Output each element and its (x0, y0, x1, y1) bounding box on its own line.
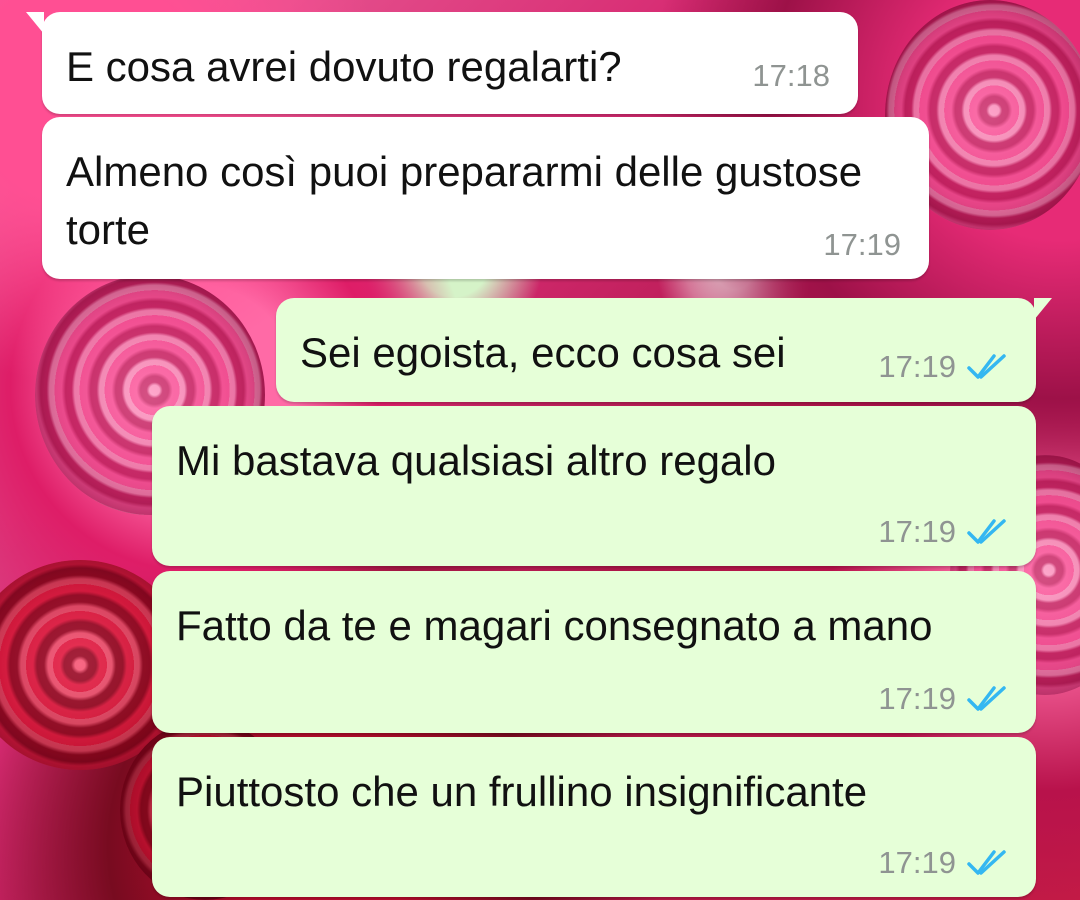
message-bubble[interactable]: Piuttosto che un frullino insignificante… (152, 737, 1036, 897)
message-time: 17:19 (878, 349, 956, 384)
message-text: E cosa avrei dovuto regalarti? (66, 43, 622, 90)
message-bubble[interactable]: Fatto da te e magari consegnato a mano 1… (152, 571, 1036, 733)
message-meta: 17:19 (878, 515, 1008, 549)
message-time: 17:19 (878, 514, 956, 549)
double-check-icon (967, 686, 1006, 711)
message-bubble[interactable]: Almeno così puoi prepararmi delle gustos… (42, 117, 929, 279)
message-text: Mi bastava qualsiasi altro regalo (176, 437, 776, 484)
message-bubble[interactable]: E cosa avrei dovuto regalarti? 17:18 (26, 12, 858, 114)
message-bubble[interactable]: Sei egoista, ecco cosa sei 17:19 (276, 298, 1052, 402)
message-text: Fatto da te e magari consegnato a mano (176, 602, 933, 649)
double-check-icon (967, 850, 1006, 875)
message-meta: 17:19 (878, 350, 1008, 384)
message-text: Piuttosto che un frullino insignificante (176, 768, 868, 815)
double-check-icon (967, 519, 1006, 544)
message-time: 17:18 (752, 58, 830, 93)
double-check-icon (967, 354, 1006, 379)
message-text: Almeno così puoi prepararmi delle gustos… (66, 148, 863, 253)
message-meta: 17:18 (752, 59, 830, 93)
message-time: 17:19 (823, 227, 901, 262)
message-meta: 17:19 (823, 228, 901, 262)
message-time: 17:19 (878, 681, 956, 716)
message-time: 17:19 (878, 845, 956, 880)
message-meta: 17:19 (878, 682, 1008, 716)
message-meta: 17:19 (878, 846, 1008, 880)
chat-conversation: E cosa avrei dovuto regalarti? 17:18 Alm… (0, 0, 1080, 900)
message-bubble[interactable]: Mi bastava qualsiasi altro regalo 17:19 (152, 406, 1036, 566)
